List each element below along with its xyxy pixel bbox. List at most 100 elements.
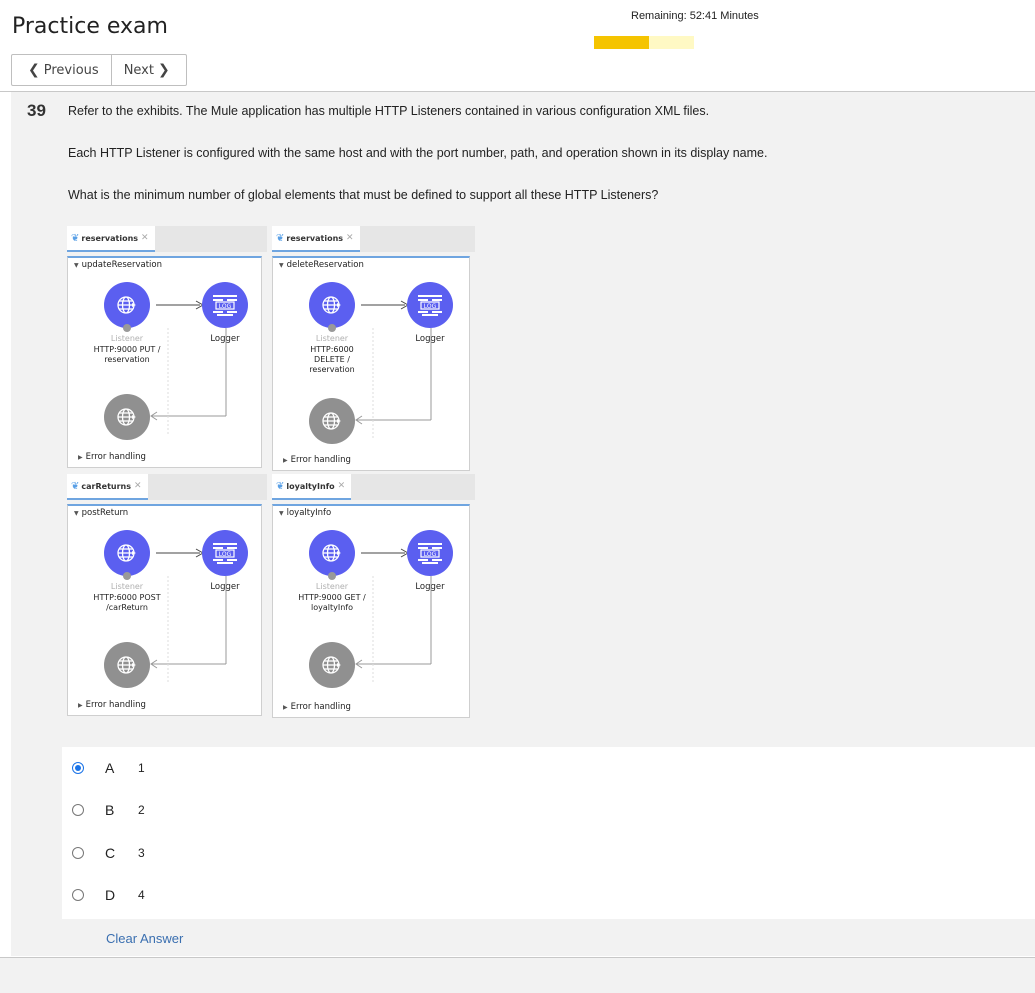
expand-right-icon: ▶ (283, 704, 288, 711)
flow-name: ▼ loyaltyInfo (279, 508, 331, 518)
log-icon: LOG (418, 295, 442, 316)
globe-icon (117, 544, 136, 562)
answer-option-d[interactable]: D 4 (72, 885, 145, 905)
return-connector (355, 328, 432, 438)
log-icon: LOG (418, 543, 442, 564)
next-label: Next (123, 62, 154, 78)
return-connector (150, 576, 227, 682)
globe-icon (322, 296, 341, 314)
exhibit-tab-label: reservations (286, 233, 344, 243)
error-handling-section[interactable]: ▶ Error handling (78, 452, 146, 462)
exhibit-tab: ❦ reservations ✕ (67, 226, 155, 252)
answer-text: 3 (138, 846, 145, 860)
http-response-icon (309, 642, 355, 688)
answers-panel (62, 747, 1035, 919)
answer-letter: D (105, 887, 116, 903)
logger-icon: LOG (202, 282, 248, 328)
time-remaining: Remaining: 52:41 Minutes (631, 10, 759, 22)
logger-icon: LOG (407, 530, 453, 576)
exhibit-tab-bar: ❦ carReturns ✕ (67, 474, 267, 500)
previous-label: Previous (43, 62, 99, 78)
expand-right-icon: ▶ (283, 457, 288, 464)
close-icon: ✕ (346, 233, 354, 243)
flow-canvas: ▼ loyaltyInfo LOG Logger Listener HTTP:9000 G… (272, 504, 470, 718)
error-handling-label: Error handling (85, 700, 146, 710)
exhibit-tab: ❦ reservations ✕ (272, 226, 360, 252)
http-response-icon (309, 398, 355, 444)
previous-button[interactable]: ❮ Previous (12, 55, 111, 85)
error-handling-section[interactable]: ▶ Error handling (283, 702, 351, 712)
chevron-left-icon: ❮ (28, 62, 40, 78)
flow-canvas: ▼ deleteReservation LOG Logger Listener HTTP:… (272, 256, 470, 471)
mule-icon: ❦ (71, 480, 80, 492)
flow-canvas: ▼ postReturn LOG Logger Listener HTTP:6000 PO… (67, 504, 262, 716)
time-progress-fill (594, 36, 649, 49)
listener-badge-icon (328, 324, 336, 332)
answer-radio-a[interactable] (72, 762, 84, 774)
expand-down-icon: ▼ (279, 262, 284, 269)
http-listener-icon (104, 282, 150, 328)
answer-option-c[interactable]: C 3 (72, 843, 145, 863)
globe-icon (322, 656, 341, 674)
error-handling-label: Error handling (85, 452, 146, 462)
globe-icon (117, 408, 136, 426)
question-text-3: What is the minimum number of global ele… (68, 188, 659, 202)
mule-icon: ❦ (276, 480, 285, 492)
listener-badge-icon (123, 324, 131, 332)
flow-name: ▼ updateReservation (74, 260, 162, 270)
answer-option-a[interactable]: A 1 (72, 758, 145, 778)
svg-text:LOG: LOG (424, 551, 437, 558)
exhibit-tab-label: carReturns (81, 481, 131, 491)
question-number: 39 (27, 101, 46, 120)
flow-name: ▼ deleteReservation (279, 260, 364, 270)
expand-right-icon: ▶ (78, 454, 83, 461)
mule-icon: ❦ (276, 232, 285, 244)
expand-down-icon: ▼ (279, 510, 284, 517)
question-text-2: Each HTTP Listener is configured with th… (68, 146, 768, 160)
mule-icon: ❦ (71, 232, 80, 244)
next-button[interactable]: Next ❯ (110, 55, 186, 85)
exhibit-tab-label: reservations (81, 233, 139, 243)
return-connector (355, 576, 432, 682)
log-icon: LOG (213, 543, 237, 564)
svg-text:LOG: LOG (219, 551, 232, 558)
flow-canvas: ▼ updateReservation LOG Logger Listener HTTP:… (67, 256, 262, 468)
flow-arrow (156, 300, 205, 310)
answer-radio-c[interactable] (72, 847, 84, 859)
error-handling-section[interactable]: ▶ Error handling (78, 700, 146, 710)
globe-icon (322, 544, 341, 562)
flow-arrow (361, 300, 410, 310)
error-handling-label: Error handling (290, 455, 351, 465)
flow-name-label: updateReservation (81, 260, 163, 270)
answer-text: 4 (138, 888, 145, 902)
clear-answer-link[interactable]: Clear Answer (106, 931, 183, 946)
answer-text: 2 (138, 803, 145, 817)
http-response-icon (104, 642, 150, 688)
flow-name-label: deleteReservation (286, 260, 364, 270)
listener-badge-icon (123, 572, 131, 580)
answer-option-b[interactable]: B 2 (72, 800, 145, 820)
listener-badge-icon (328, 572, 336, 580)
flow-name: ▼ postReturn (74, 508, 128, 518)
answer-radio-b[interactable] (72, 804, 84, 816)
svg-text:LOG: LOG (424, 303, 437, 310)
exhibit-tab-bar: ❦ reservations ✕ (272, 226, 475, 252)
globe-icon (322, 412, 341, 430)
logger-icon: LOG (407, 282, 453, 328)
http-listener-icon (309, 530, 355, 576)
exhibit-tab: ❦ carReturns ✕ (67, 474, 148, 500)
close-icon: ✕ (337, 481, 346, 491)
error-handling-label: Error handling (290, 702, 351, 712)
error-handling-section[interactable]: ▶ Error handling (283, 455, 351, 465)
time-progress-bar (594, 36, 694, 49)
globe-icon (117, 296, 136, 314)
answer-letter: B (105, 802, 115, 818)
close-icon: ✕ (133, 481, 142, 491)
exhibit-tab-bar: ❦ loyaltyInfo ✕ (272, 474, 475, 500)
log-icon: LOG (213, 295, 237, 316)
exhibit-tab-bar: ❦ reservations ✕ (67, 226, 267, 252)
answer-radio-d[interactable] (72, 889, 84, 901)
question-nav: ❮ Previous Next ❯ (11, 54, 187, 86)
question-text-1: Refer to the exhibits. The Mule applicat… (68, 104, 710, 118)
logger-icon: LOG (202, 530, 248, 576)
